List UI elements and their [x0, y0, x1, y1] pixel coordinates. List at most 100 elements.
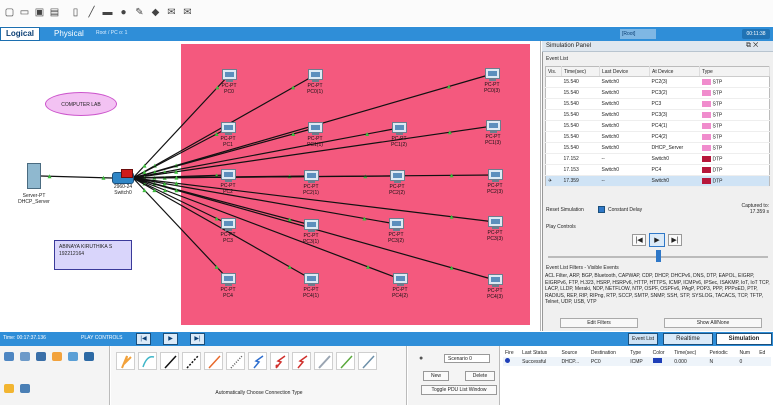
pc-stand: [225, 133, 232, 135]
toggle-pdu-list-button[interactable]: Toggle PDU List Window: [421, 385, 497, 395]
event-last-device: Switch0: [599, 164, 650, 176]
event-row[interactable]: 15.540 Switch0 PC3(2) STP: [545, 87, 770, 99]
pdu-col-header[interactable]: Time(sec): [672, 349, 707, 357]
phone-cable-icon[interactable]: [226, 352, 245, 370]
bar-step-forward-button[interactable]: ▶|: [190, 333, 205, 345]
event-color-swatch: [701, 177, 711, 184]
constant-delay-checkbox[interactable]: [598, 206, 605, 213]
event-vis[interactable]: [545, 142, 562, 154]
event-type-cell: STP: [699, 76, 770, 88]
bar-play-button[interactable]: ▶: [163, 333, 178, 345]
event-vis[interactable]: [545, 153, 562, 165]
event-row[interactable]: ✈ 17.359 -- Switch0 DTP: [545, 175, 770, 187]
network-devices-icon[interactable]: [4, 352, 14, 361]
link-server-switch[interactable]: [40, 175, 113, 179]
pc-icon: [304, 219, 319, 230]
octal-icon[interactable]: [314, 352, 333, 370]
link-switch-pc[interactable]: [132, 177, 401, 280]
fire-icon[interactable]: ●: [419, 355, 423, 362]
close-icon[interactable]: ✕: [753, 42, 758, 49]
end-devices-icon[interactable]: [20, 352, 30, 361]
speed-slider-handle[interactable]: [656, 250, 661, 262]
pc-name-label: PC1(3): [485, 140, 501, 146]
pdu-edit[interactable]: [757, 357, 771, 366]
event-vis[interactable]: [545, 76, 562, 88]
event-vis[interactable]: ✈: [545, 175, 562, 187]
event-row[interactable]: 15.540 Switch0 PC4(2) STP: [545, 131, 770, 143]
pc-stand: [308, 181, 315, 183]
lightning-connection-icon[interactable]: [4, 384, 14, 393]
show-all-none-button[interactable]: Show All/None: [664, 318, 762, 328]
undock-icon[interactable]: ⧉: [746, 42, 751, 49]
event-vis[interactable]: [545, 98, 562, 110]
event-last-device: Switch0: [599, 109, 650, 121]
step-back-button[interactable]: |◀: [632, 234, 646, 246]
pdu-col-header[interactable]: Fire: [503, 349, 520, 357]
pdu-col-header[interactable]: Last Status: [520, 349, 559, 357]
components-icon[interactable]: [36, 352, 46, 361]
event-row[interactable]: 15.540 Switch0 PC4(1) STP: [545, 120, 770, 132]
play-button[interactable]: ▶: [649, 233, 665, 247]
event-vis[interactable]: [545, 120, 562, 132]
event-row[interactable]: 15.540 Switch0 PC3(3) STP: [545, 109, 770, 121]
pc-name-label: PC2(3): [487, 189, 503, 195]
pdu-col-header[interactable]: Num: [737, 349, 757, 357]
event-time: 15.540: [561, 131, 600, 143]
iot-custom-icon[interactable]: [336, 352, 355, 370]
pdu-row[interactable]: Successful DHCP... PC0 ICMP 0.000 N 0: [503, 357, 771, 366]
event-row[interactable]: 15.540 Switch0 DHCP_Server STP: [545, 142, 770, 154]
pdu-col-header[interactable]: Periodic: [708, 349, 738, 357]
crossover-icon[interactable]: [182, 352, 201, 370]
realtime-mode-button[interactable]: Realtime: [663, 333, 713, 345]
delete-scenario-button[interactable]: Delete: [465, 371, 495, 381]
edit-filters-button[interactable]: Edit Filters: [560, 318, 638, 328]
event-list-toggle[interactable]: Event List: [628, 333, 658, 345]
pdu-col-header[interactable]: Destination: [589, 349, 628, 357]
server-device[interactable]: [27, 163, 41, 189]
event-row[interactable]: 15.540 Switch0 PC3 STP: [545, 98, 770, 110]
event-row[interactable]: 17.153 Switch0 PC4 DTP: [545, 164, 770, 176]
col-vis[interactable]: Vis.: [545, 66, 562, 77]
col-type[interactable]: Type: [699, 66, 770, 77]
scenario-select[interactable]: Scenario 0: [444, 354, 490, 363]
pdu-envelope-icon[interactable]: [121, 169, 133, 178]
col-at-device[interactable]: At Device: [649, 66, 700, 77]
step-forward-button[interactable]: ▶|: [668, 234, 682, 246]
pdu-col-header[interactable]: Ed: [757, 349, 771, 357]
coaxial-icon[interactable]: [248, 352, 267, 370]
grid-icon[interactable]: [20, 384, 30, 393]
event-vis[interactable]: [545, 109, 562, 121]
note-student-name[interactable]: ABINAYA KIRUTHIKA S 192212164: [54, 240, 132, 270]
reset-simulation-button[interactable]: Reset Simulation: [546, 207, 584, 213]
serial-dce-icon[interactable]: [270, 352, 289, 370]
event-row[interactable]: 15.540 Switch0 PC2(3) STP: [545, 76, 770, 88]
note-computer-lab[interactable]: COMPUTER LAB: [45, 92, 117, 116]
event-at-device: PC4(2): [649, 131, 700, 143]
pc-label: PC-PT PC1: [206, 136, 250, 148]
event-last-device: --: [599, 175, 650, 187]
pdu-col-header[interactable]: Source: [559, 349, 588, 357]
connections-icon[interactable]: [52, 352, 62, 361]
usb-cable-icon[interactable]: [358, 352, 377, 370]
misc-icon[interactable]: [68, 352, 78, 361]
bar-step-back-button[interactable]: |◀: [136, 333, 151, 345]
console-cable-icon[interactable]: [138, 352, 157, 370]
fiber-icon[interactable]: [204, 352, 223, 370]
col-time[interactable]: Time(sec): [561, 66, 600, 77]
new-scenario-button[interactable]: New: [423, 371, 449, 381]
event-vis[interactable]: [545, 164, 562, 176]
event-vis[interactable]: [545, 131, 562, 143]
event-vis[interactable]: [545, 87, 562, 99]
event-row[interactable]: 17.152 -- Switch0 DTP: [545, 153, 770, 165]
panel-window-controls[interactable]: ⧉ ✕: [746, 42, 758, 50]
multiuser-icon[interactable]: [84, 352, 94, 361]
straight-through-icon[interactable]: [160, 352, 179, 370]
simulation-mode-button[interactable]: Simulation: [716, 333, 772, 345]
pdu-color: [650, 357, 673, 366]
pdu-col-header[interactable]: Type: [628, 349, 650, 357]
pdu-col-header[interactable]: Color: [651, 349, 673, 357]
auto-connection-icon[interactable]: [116, 352, 135, 370]
pdu-fire[interactable]: [503, 357, 521, 366]
serial-dte-icon[interactable]: [292, 352, 311, 370]
col-last-device[interactable]: Last Device: [599, 66, 650, 77]
